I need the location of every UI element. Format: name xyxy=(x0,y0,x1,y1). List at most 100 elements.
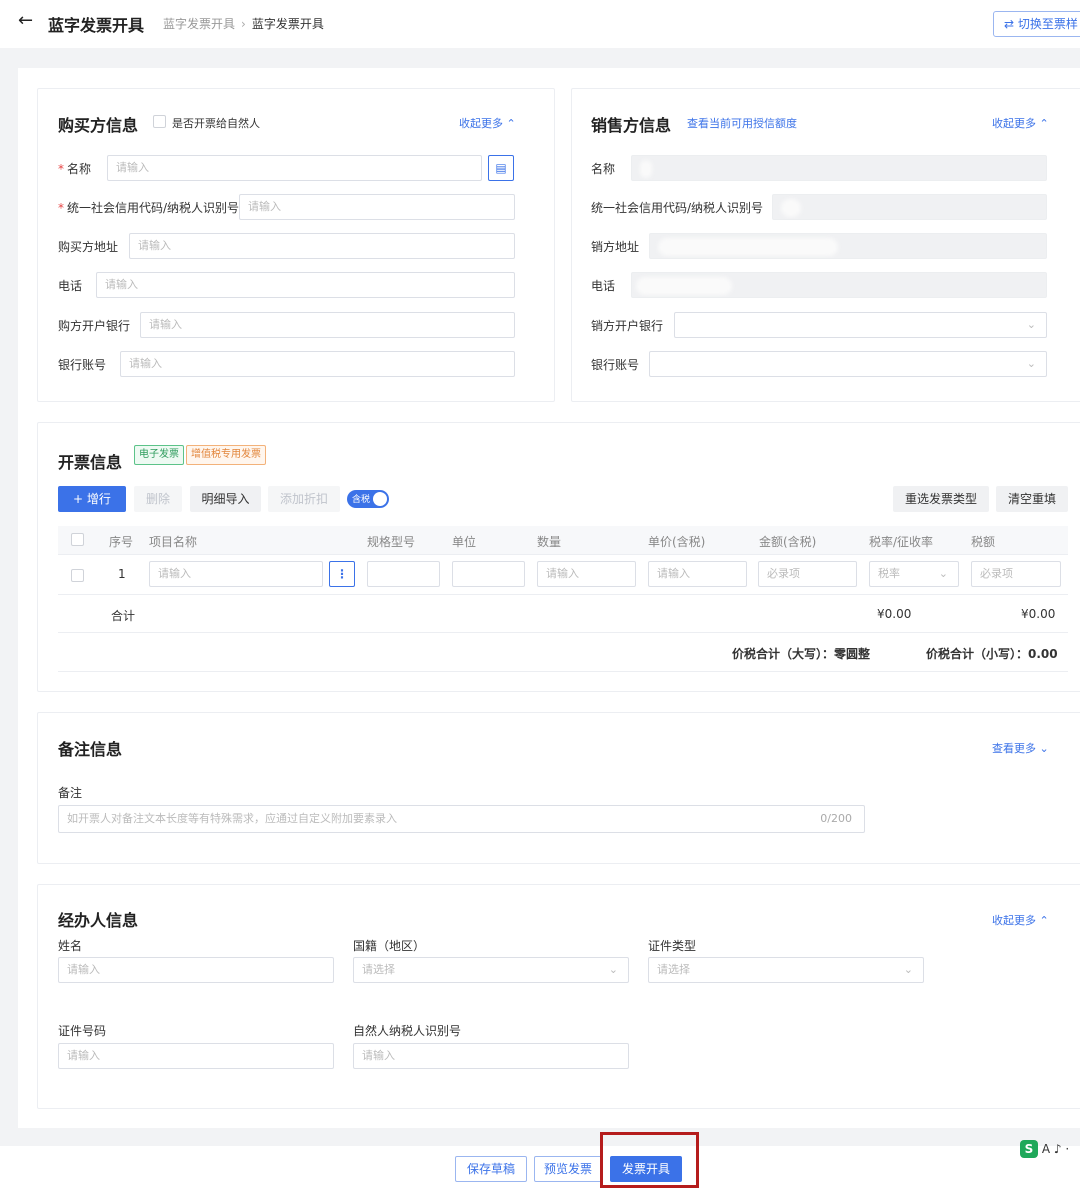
id-type-placeholder: 请选择 xyxy=(657,963,690,976)
agent-name-input[interactable]: 请输入 xyxy=(58,957,334,983)
total-caps-value: 零圆整 xyxy=(834,647,871,661)
agent-name-label: 姓名 xyxy=(58,939,83,953)
divider xyxy=(58,594,1068,595)
chevron-down-icon: ⌄ xyxy=(903,963,913,976)
total-tax: ¥0.00 xyxy=(1021,607,1056,621)
buyer-phone-input[interactable]: 请输入 xyxy=(96,272,515,298)
remark-card xyxy=(37,712,1080,864)
spec-input[interactable] xyxy=(367,561,440,587)
buyer-account-input[interactable]: 请输入 xyxy=(120,351,515,377)
buyer-address-label: 购买方地址 xyxy=(58,240,119,254)
buyer-taxid-label: * 统一社会信用代码/纳税人识别号 xyxy=(58,201,240,215)
seller-title: 销售方信息 xyxy=(591,116,672,135)
seller-phone-input xyxy=(631,272,1047,298)
agent-card xyxy=(37,884,1080,1109)
seller-account-select[interactable]: ⌄ xyxy=(649,351,1047,377)
toggle-knob xyxy=(373,492,387,506)
col-item-name: 项目名称 xyxy=(149,535,198,549)
chevron-down-icon: ⌄ xyxy=(938,567,948,580)
select-all-checkbox[interactable] xyxy=(71,533,84,546)
buyer-lookup-icon[interactable]: ▤ xyxy=(488,155,514,181)
remark-title: 备注信息 xyxy=(58,740,123,759)
col-index: 序号 xyxy=(109,535,134,549)
seller-collapse-text: 收起更多 xyxy=(992,117,1036,130)
arrow-left-icon[interactable]: ← xyxy=(18,10,33,31)
chevron-up-icon: ⌃ xyxy=(1039,914,1049,927)
seller-bank-label: 销方开户银行 xyxy=(591,319,664,333)
remark-more-link[interactable]: 查看更多 ⌄ xyxy=(992,740,1049,756)
row-index: 1 xyxy=(118,567,126,581)
switch-label: 切换至票样 xyxy=(1017,17,1078,31)
seller-name-label: 名称 xyxy=(591,162,616,176)
more-vertical-icon[interactable]: ⋮ xyxy=(329,561,355,587)
id-type-label: 证件类型 xyxy=(648,939,697,953)
buyer-bank-label: 购方开户银行 xyxy=(58,319,131,333)
electronic-invoice-tag: 电子发票 xyxy=(134,445,184,465)
chevron-down-icon: ⌄ xyxy=(1026,318,1036,331)
natural-taxid-input[interactable]: 请输入 xyxy=(353,1043,629,1069)
tax-included-toggle[interactable]: 含税 xyxy=(347,490,389,508)
agent-collapse-text: 收起更多 xyxy=(992,914,1036,927)
item-name-input[interactable]: 请输入 xyxy=(149,561,323,587)
save-draft-button[interactable]: 保存草稿 xyxy=(455,1156,527,1182)
col-unit: 单位 xyxy=(452,535,477,549)
brand-logo: S A ♪ · xyxy=(1020,1140,1069,1158)
id-number-label: 证件号码 xyxy=(58,1024,107,1038)
id-type-select[interactable]: 请选择 ⌄ xyxy=(648,957,924,983)
remark-more-text: 查看更多 xyxy=(992,742,1036,755)
seller-taxid-input xyxy=(772,194,1047,220)
amount-input[interactable]: 必录项 xyxy=(758,561,857,587)
buyer-address-input[interactable]: 请输入 xyxy=(129,233,515,259)
buyer-bank-input[interactable]: 请输入 xyxy=(140,312,515,338)
natural-person-checkbox[interactable] xyxy=(153,115,166,128)
row-checkbox[interactable] xyxy=(71,569,84,582)
remark-textarea[interactable]: 如开票人对备注文本长度等有特殊需求，应通过自定义附加要素录入 0/200 xyxy=(58,805,865,833)
buyer-phone-label: 电话 xyxy=(58,279,83,293)
switch-icon: ⇄ xyxy=(1004,17,1015,31)
id-number-input[interactable]: 请输入 xyxy=(58,1043,334,1069)
total-caps-label: 价税合计（大写）： xyxy=(732,647,835,661)
seller-address-label: 销方地址 xyxy=(591,240,640,254)
col-quantity: 数量 xyxy=(537,535,562,549)
add-row-label: 增行 xyxy=(86,492,111,506)
delete-row-button[interactable]: 删除 xyxy=(134,486,182,512)
toggle-label: 含税 xyxy=(352,495,371,505)
preview-invoice-button[interactable]: 预览发票 xyxy=(534,1156,602,1182)
nationality-label: 国籍（地区） xyxy=(353,939,426,953)
buyer-taxid-input[interactable]: 请输入 xyxy=(239,194,515,220)
natural-taxid-label: 自然人纳税人识别号 xyxy=(353,1024,462,1038)
import-detail-button[interactable]: 明细导入 xyxy=(190,486,261,512)
add-discount-button[interactable]: 添加折扣 xyxy=(268,486,340,512)
buyer-collapse-text: 收起更多 xyxy=(459,117,503,130)
credit-limit-link[interactable]: 查看当前可用授信额度 xyxy=(687,115,797,131)
seller-name-input xyxy=(631,155,1047,181)
quantity-input[interactable]: 请输入 xyxy=(537,561,636,587)
seller-address-input xyxy=(649,233,1047,259)
buyer-title: 购买方信息 xyxy=(58,116,139,135)
chevron-right-icon: › xyxy=(241,17,246,31)
nationality-select[interactable]: 请选择 ⌄ xyxy=(353,957,629,983)
switch-to-sample-button[interactable]: ⇄ 切换至票样 xyxy=(993,11,1080,37)
agent-collapse-link[interactable]: 收起更多 ⌃ xyxy=(992,912,1049,928)
seller-phone-label: 电话 xyxy=(591,279,616,293)
buyer-name-input[interactable]: 请输入 xyxy=(107,155,482,181)
reselect-type-button[interactable]: 重选发票类型 xyxy=(893,486,989,512)
buyer-collapse-link[interactable]: 收起更多 ⌃ xyxy=(459,115,516,131)
seller-bank-select[interactable]: ⌄ xyxy=(674,312,1047,338)
total-small-value: 0.00 xyxy=(1028,647,1058,661)
tax-rate-select[interactable]: 税率 ⌄ xyxy=(869,561,959,587)
breadcrumb-item[interactable]: 蓝字发票开具 xyxy=(163,17,235,31)
chevron-down-icon: ⌄ xyxy=(1026,357,1036,370)
unit-price-input[interactable]: 请输入 xyxy=(648,561,747,587)
remark-placeholder: 如开票人对备注文本长度等有特殊需求，应通过自定义附加要素录入 xyxy=(67,812,397,825)
unit-input[interactable] xyxy=(452,561,525,587)
highlight-box xyxy=(600,1132,699,1188)
clear-refill-button[interactable]: 清空重填 xyxy=(996,486,1068,512)
total-amount: ¥0.00 xyxy=(877,607,912,621)
add-row-button[interactable]: + 增行 xyxy=(58,486,126,512)
page-title: 蓝字发票开具 xyxy=(48,16,145,35)
total-label: 合计 xyxy=(111,609,136,623)
tax-input[interactable]: 必录项 xyxy=(971,561,1061,587)
seller-collapse-link[interactable]: 收起更多 ⌃ xyxy=(992,115,1049,131)
divider xyxy=(58,554,1068,555)
